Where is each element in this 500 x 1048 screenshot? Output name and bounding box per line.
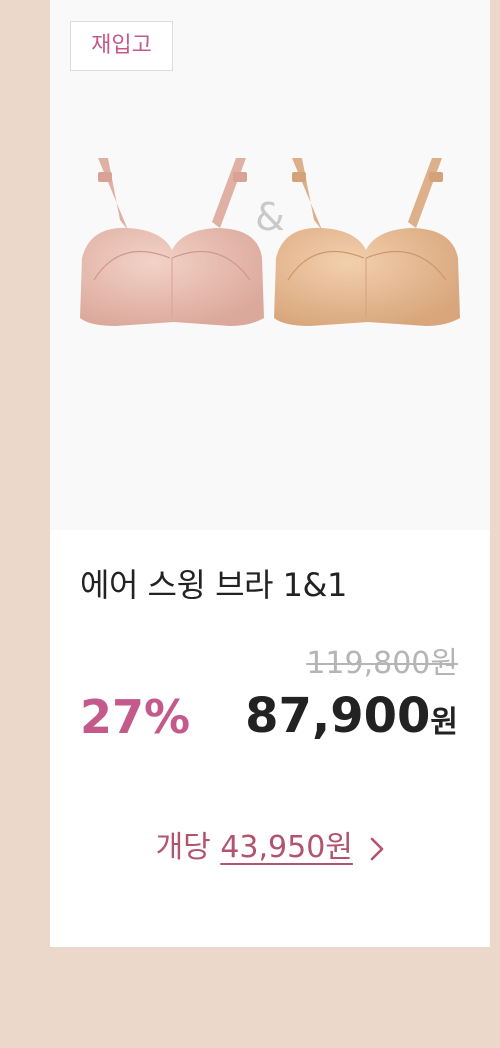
product-card[interactable]: 재입고 & 에어 스윙 브라 1&1 119,800원 27% 87,900원 … xyxy=(50,0,490,947)
chevron-right-icon xyxy=(371,837,384,860)
product-name[interactable]: 에어 스윙 브라 1&1 xyxy=(80,560,347,606)
product-image: & xyxy=(80,158,460,326)
original-price: 119,800원 xyxy=(306,646,458,681)
product-image-area[interactable]: 재입고 & xyxy=(50,0,490,530)
ampersand-text: & xyxy=(255,195,285,239)
bra-beige-image xyxy=(274,158,460,326)
sale-price-value: 87,900 xyxy=(245,688,431,744)
bra-pink-image xyxy=(80,158,264,326)
per-unit-price: 43,950원 xyxy=(220,830,353,865)
sale-price-unit: 원 xyxy=(430,705,458,740)
sale-price: 87,900원 xyxy=(245,688,458,744)
per-unit-label: 개당 xyxy=(155,830,211,865)
per-unit-price-link[interactable]: 개당 43,950원 xyxy=(50,822,490,866)
restock-badge: 재입고 xyxy=(70,21,173,71)
discount-rate: 27% xyxy=(80,690,191,744)
